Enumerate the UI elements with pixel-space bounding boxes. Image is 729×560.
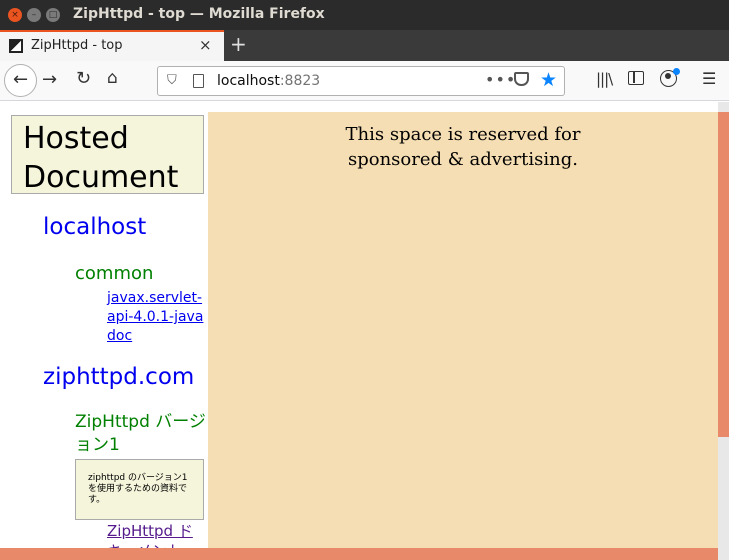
account-badge	[673, 68, 680, 75]
pocket-icon[interactable]	[514, 72, 529, 86]
url-bar[interactable]: ⛉ localhost:8823 ••• ★	[157, 66, 565, 96]
host-link-ziphttpd[interactable]: ziphttpd.com	[43, 364, 194, 390]
group-heading-ziphttpd-v1: ZipHttpd バージョン1	[75, 412, 206, 455]
tab-close-icon[interactable]: ×	[199, 36, 212, 54]
back-button[interactable]: ←	[4, 64, 37, 97]
scrollbar-corner	[718, 548, 729, 560]
library-icon[interactable]: |||\	[596, 70, 613, 88]
hamburger-menu-icon[interactable]: ☰	[702, 69, 716, 88]
vertical-scroll-thumb[interactable]	[718, 112, 729, 437]
document-index-frame[interactable]: Hosted Document localhost common javax.s…	[0, 102, 207, 548]
group-heading-common: common	[75, 263, 154, 284]
url-port: :8823	[279, 73, 321, 89]
page-actions-more-icon[interactable]: •••	[485, 70, 516, 89]
navigation-toolbar: ← → ↻ ⌂ ⛉ localhost:8823 ••• ★ |||\ ☰	[0, 61, 729, 101]
ad-line-1: This space is reserved for	[345, 124, 581, 145]
host-link-localhost[interactable]: localhost	[43, 214, 146, 240]
shield-icon[interactable]: ⛉	[167, 73, 177, 88]
new-tab-button[interactable]: +	[230, 32, 247, 56]
ad-line-2: sponsored & advertising.	[347, 149, 578, 170]
url-text[interactable]: localhost:8823	[217, 73, 320, 89]
window-minimize-button[interactable]: –	[27, 8, 41, 22]
window-title: ZipHttpd - top — Mozilla Firefox	[73, 6, 325, 22]
page-title: Hosted Document	[23, 121, 179, 195]
favicon-icon	[9, 39, 23, 53]
doc-link-javadoc[interactable]: javax.servlet-api-4.0.1-javadoc	[107, 289, 207, 346]
page-viewport: Hosted Document localhost common javax.s…	[0, 102, 729, 560]
advertising-text: This space is reserved for sponsored & a…	[208, 122, 718, 172]
reload-button[interactable]: ↻	[76, 68, 91, 89]
page-icon[interactable]	[193, 74, 204, 88]
window-maximize-button[interactable]: □	[46, 8, 60, 22]
star-icon[interactable]: ★	[540, 69, 557, 91]
sidebar-icon[interactable]	[628, 71, 644, 85]
forward-button[interactable]: →	[42, 69, 57, 90]
url-host: localhost	[217, 73, 280, 89]
scrollbar-top-gutter	[718, 102, 729, 112]
doc-link-ziphttpd-docs[interactable]: ZipHttpd ドキュメント	[107, 521, 207, 548]
horizontal-scrollbar[interactable]	[0, 548, 718, 560]
tab-strip: ZipHttpd - top × +	[0, 30, 729, 61]
window-title-bar: × – □ ZipHttpd - top — Mozilla Firefox	[0, 0, 729, 30]
tab-title: ZipHttpd - top	[31, 38, 123, 53]
tab-ziphttpd-top[interactable]: ZipHttpd - top ×	[0, 30, 224, 61]
advertising-frame: This space is reserved for sponsored & a…	[208, 112, 718, 548]
group-description: ziphttpd のバージョン1を使用するための資料です。	[75, 459, 204, 520]
hosted-document-heading-box: Hosted Document	[11, 115, 204, 195]
home-button[interactable]: ⌂	[107, 68, 118, 88]
vertical-scrollbar[interactable]	[718, 112, 729, 548]
window-close-button[interactable]: ×	[8, 8, 22, 22]
